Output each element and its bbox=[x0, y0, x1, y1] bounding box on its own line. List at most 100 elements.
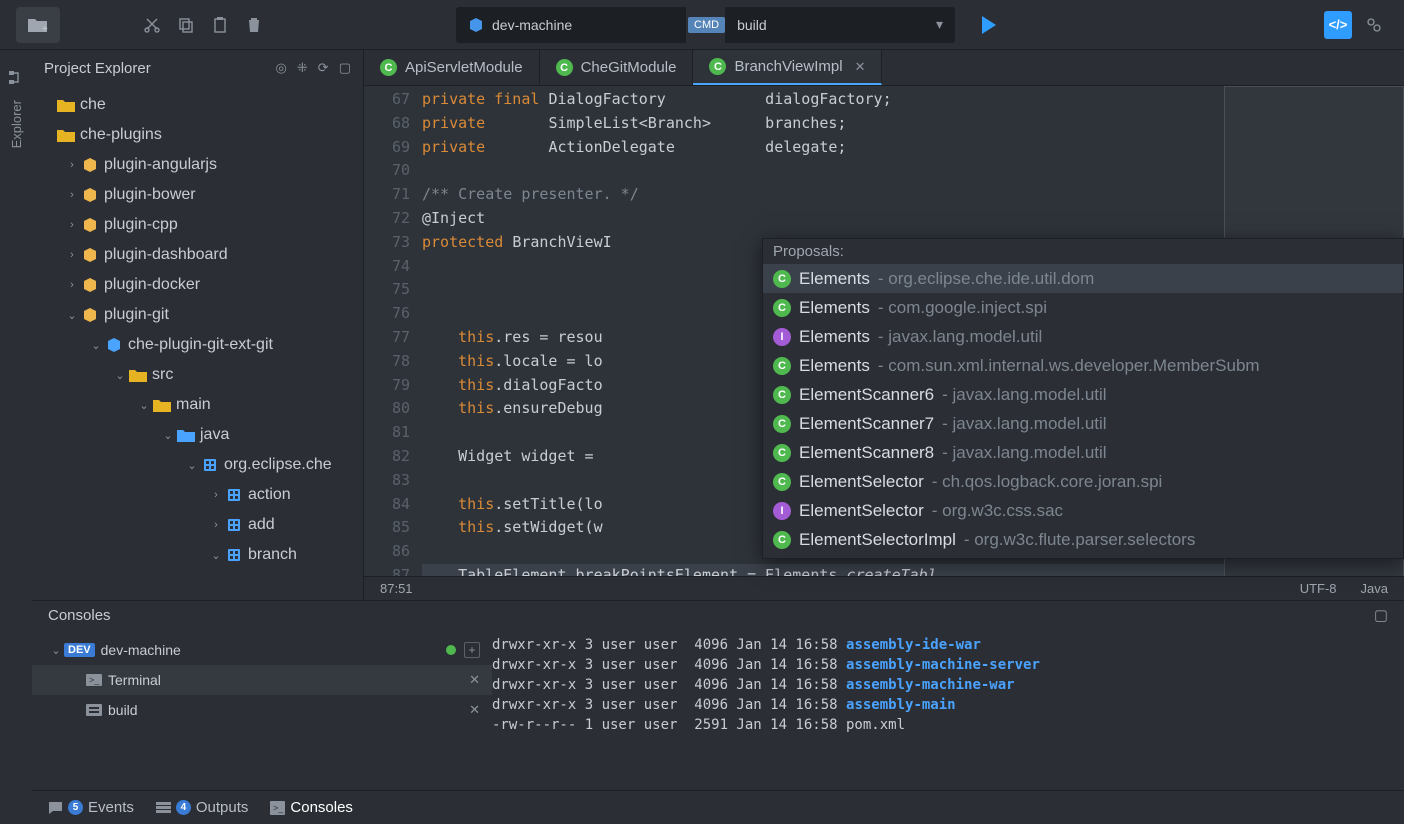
expand-arrow-icon[interactable]: ⌄ bbox=[48, 644, 64, 657]
maximize-icon[interactable]: ▢ bbox=[339, 60, 351, 76]
editor-tab[interactable]: CBranchViewImpl✕ bbox=[693, 50, 882, 85]
file-encoding[interactable]: UTF-8 bbox=[1300, 581, 1337, 596]
bottom-panel-tab[interactable]: 5Events bbox=[48, 799, 134, 816]
file-language[interactable]: Java bbox=[1361, 581, 1388, 596]
cmd-badge: CMD bbox=[688, 17, 725, 33]
consoles-title: Consoles bbox=[48, 607, 111, 624]
expand-arrow-icon[interactable]: › bbox=[64, 279, 80, 291]
console-output[interactable]: drwxr-xr-x 3 user user 4096 Jan 14 16:58… bbox=[492, 629, 1404, 790]
bottom-panel-tab[interactable]: 4Outputs bbox=[156, 799, 249, 816]
panel-label: Outputs bbox=[196, 799, 249, 816]
expand-arrow-icon[interactable]: ⌄ bbox=[112, 369, 128, 382]
run-button[interactable] bbox=[971, 7, 1007, 43]
bottom-panel-tab[interactable]: >_Consoles bbox=[270, 799, 353, 816]
copy-button[interactable] bbox=[172, 11, 200, 39]
tree-item-label: plugin-bower bbox=[104, 186, 196, 204]
tree-item[interactable]: ›plugin-angularjs bbox=[32, 150, 363, 180]
console-tree-item[interactable]: build✕ bbox=[32, 695, 492, 725]
delete-button[interactable] bbox=[240, 11, 268, 39]
tree-item-label: org.eclipse.che bbox=[224, 456, 332, 474]
line-number: 69 bbox=[364, 136, 410, 160]
tree-item-label: add bbox=[248, 516, 275, 534]
tree-item[interactable]: ⌄ java bbox=[32, 420, 363, 450]
expand-arrow-icon[interactable]: › bbox=[208, 519, 224, 531]
expand-arrow-icon[interactable]: ⌄ bbox=[64, 309, 80, 322]
stack-icon bbox=[156, 801, 171, 815]
expand-arrow-icon[interactable]: ⌄ bbox=[88, 339, 104, 352]
expand-arrow-icon[interactable]: ⌄ bbox=[208, 549, 224, 562]
new-project-button[interactable]: + bbox=[16, 7, 60, 43]
proposal-item[interactable]: CElementSelector - ch.qos.logback.core.j… bbox=[763, 467, 1403, 496]
type-icon: C bbox=[773, 270, 791, 288]
locate-icon[interactable]: ◎ bbox=[276, 60, 287, 76]
expand-arrow-icon[interactable]: ⌄ bbox=[136, 399, 152, 412]
tree-item-label: java bbox=[200, 426, 229, 444]
tree-item[interactable]: ⌄ org.eclipse.che bbox=[32, 450, 363, 480]
tree-item[interactable]: › plugin-bower bbox=[32, 180, 363, 210]
line-number: 73 bbox=[364, 231, 410, 255]
tree-item[interactable]: ›plugin-dashboard bbox=[32, 240, 363, 270]
editor-tab[interactable]: CCheGitModule bbox=[540, 50, 694, 85]
cut-button[interactable] bbox=[138, 11, 166, 39]
line-number: 85 bbox=[364, 516, 410, 540]
line-number: 80 bbox=[364, 397, 410, 421]
machine-selector[interactable]: dev-machine bbox=[456, 7, 686, 43]
tree-item[interactable]: ⌄plugin-git bbox=[32, 300, 363, 330]
console-tree-item[interactable]: ⌄DEVdev-machine+ bbox=[32, 635, 492, 665]
proposal-item[interactable]: CElements - org.eclipse.che.ide.util.dom bbox=[763, 264, 1403, 293]
code-view-button[interactable]: </> bbox=[1324, 11, 1352, 39]
maximize-icon[interactable]: ▢ bbox=[1374, 606, 1388, 624]
tree-item-label: che-plugins bbox=[80, 126, 162, 144]
cube-icon bbox=[80, 276, 100, 294]
expand-arrow-icon[interactable]: › bbox=[64, 189, 80, 201]
proposal-item[interactable]: IElementSelector - org.w3c.css.sac bbox=[763, 496, 1403, 525]
proposal-item[interactable]: CElementScanner8 - javax.lang.model.util bbox=[763, 438, 1403, 467]
close-icon[interactable]: ✕ bbox=[855, 59, 866, 75]
proposal-name: ElementScanner8 bbox=[799, 443, 934, 463]
editor-tab[interactable]: CApiServletModule bbox=[364, 50, 540, 85]
proposal-item[interactable]: IElements - javax.lang.model.util bbox=[763, 322, 1403, 351]
build-icon bbox=[84, 701, 104, 719]
type-icon: I bbox=[773, 328, 791, 346]
tree-item[interactable]: che-plugins bbox=[32, 120, 363, 150]
proposal-item[interactable]: CElementScanner7 - javax.lang.model.util bbox=[763, 409, 1403, 438]
console-tree: ⌄DEVdev-machine+>_Terminal✕build✕ bbox=[32, 629, 492, 790]
proposal-item[interactable]: CElements - com.google.inject.spi bbox=[763, 293, 1403, 322]
tree-item[interactable]: ⌄che-plugin-git-ext-git bbox=[32, 330, 363, 360]
expand-arrow-icon[interactable]: › bbox=[64, 219, 80, 231]
proposal-package: - javax.lang.model.util bbox=[942, 385, 1106, 405]
expand-arrow-icon[interactable]: ⌄ bbox=[160, 429, 176, 442]
side-tab-explorer[interactable]: Explorer bbox=[0, 70, 32, 170]
close-icon[interactable]: ✕ bbox=[469, 672, 480, 688]
proposal-item[interactable]: CElementScanner6 - javax.lang.model.util bbox=[763, 380, 1403, 409]
add-terminal-button[interactable]: + bbox=[464, 642, 480, 658]
proposal-item[interactable]: CElements - com.sun.xml.internal.ws.deve… bbox=[763, 351, 1403, 380]
tree-item[interactable]: ›plugin-docker bbox=[32, 270, 363, 300]
type-icon: C bbox=[773, 357, 791, 375]
expand-arrow-icon[interactable]: › bbox=[64, 249, 80, 261]
close-icon[interactable]: ✕ bbox=[469, 702, 480, 718]
tree-item[interactable]: ⌄src bbox=[32, 360, 363, 390]
expand-arrow-icon[interactable]: › bbox=[208, 489, 224, 501]
command-name: build bbox=[737, 17, 767, 33]
collapse-icon[interactable]: ⁜ bbox=[297, 60, 308, 76]
tree-item[interactable]: ›plugin-cpp bbox=[32, 210, 363, 240]
refresh-icon[interactable]: ⟳ bbox=[318, 60, 329, 76]
settings-button[interactable] bbox=[1360, 11, 1388, 39]
console-tree-item[interactable]: >_Terminal✕ bbox=[32, 665, 492, 695]
line-number: 70 bbox=[364, 159, 410, 183]
tree-item[interactable]: ⌄main bbox=[32, 390, 363, 420]
tree-item[interactable]: › add bbox=[32, 510, 363, 540]
command-selector[interactable]: build ▾ bbox=[725, 7, 955, 43]
expand-arrow-icon[interactable]: ⌄ bbox=[184, 459, 200, 472]
tree-item[interactable]: che bbox=[32, 90, 363, 120]
folder-blue-icon bbox=[176, 426, 196, 444]
tree-item-label: che bbox=[80, 96, 106, 114]
paste-button[interactable] bbox=[206, 11, 234, 39]
tree-item[interactable]: ›action bbox=[32, 480, 363, 510]
proposal-item[interactable]: CElementSelectorImpl - org.w3c.flute.par… bbox=[763, 525, 1403, 554]
dev-badge: DEV bbox=[64, 643, 95, 657]
tree-item[interactable]: ⌄branch bbox=[32, 540, 363, 570]
line-number: 68 bbox=[364, 112, 410, 136]
expand-arrow-icon[interactable]: › bbox=[64, 159, 80, 171]
